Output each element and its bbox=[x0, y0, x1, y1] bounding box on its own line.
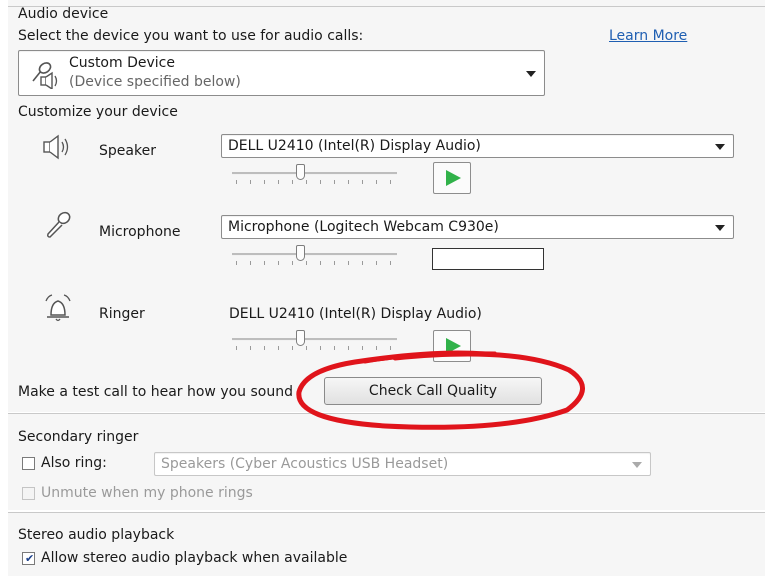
ringer-device-value: DELL U2410 (Intel(R) Display Audio) bbox=[229, 306, 482, 322]
microphone-label: Microphone bbox=[99, 224, 181, 240]
chevron-down-icon bbox=[632, 462, 642, 468]
also-ring-select[interactable]: Speakers (Cyber Acoustics USB Headset) bbox=[154, 452, 651, 476]
audio-device-select[interactable]: Custom Device (Device specified below) bbox=[18, 50, 545, 96]
customize-heading: Customize your device bbox=[18, 104, 178, 120]
speaker-icon bbox=[43, 134, 69, 160]
custom-device-icon bbox=[32, 62, 58, 89]
speaker-select-value: DELL U2410 (Intel(R) Display Audio) bbox=[228, 138, 481, 154]
secondary-ringer-heading: Secondary ringer bbox=[18, 429, 139, 445]
also-ring-select-value: Speakers (Cyber Acoustics USB Headset) bbox=[161, 456, 449, 472]
microphone-select-value: Microphone (Logitech Webcam C930e) bbox=[228, 219, 499, 235]
stereo-heading: Stereo audio playback bbox=[18, 527, 175, 543]
test-call-text: Make a test call to hear how you sound bbox=[18, 384, 293, 400]
speaker-volume-slider[interactable] bbox=[232, 163, 402, 193]
chevron-down-icon bbox=[715, 144, 725, 150]
ringer-bell-icon bbox=[45, 294, 71, 322]
speaker-select[interactable]: DELL U2410 (Intel(R) Display Audio) bbox=[221, 134, 734, 158]
chevron-down-icon bbox=[526, 71, 536, 77]
also-ring-checkbox[interactable] bbox=[22, 457, 35, 470]
unmute-checkbox[interactable] bbox=[22, 487, 35, 500]
microphone-level-meter bbox=[432, 248, 544, 270]
section-divider bbox=[8, 6, 765, 7]
speaker-label: Speaker bbox=[99, 143, 156, 159]
slider-thumb[interactable] bbox=[296, 164, 305, 180]
chevron-down-icon bbox=[715, 225, 725, 231]
audio-device-heading: Audio device bbox=[18, 6, 109, 22]
learn-more-link[interactable]: Learn More bbox=[609, 28, 687, 44]
slider-thumb[interactable] bbox=[296, 245, 305, 261]
device-prompt: Select the device you want to use for au… bbox=[18, 28, 364, 44]
highlight-annotation bbox=[296, 350, 585, 430]
play-icon bbox=[446, 170, 461, 186]
allow-stereo-checkbox[interactable]: ✔ bbox=[22, 552, 35, 565]
also-ring-label: Also ring: bbox=[41, 455, 107, 471]
speaker-play-button[interactable] bbox=[433, 162, 471, 194]
device-name: Custom Device bbox=[69, 55, 175, 71]
microphone-volume-slider[interactable] bbox=[232, 244, 402, 274]
stereo-section bbox=[8, 513, 765, 576]
device-subtitle: (Device specified below) bbox=[69, 74, 241, 90]
microphone-select[interactable]: Microphone (Logitech Webcam C930e) bbox=[221, 215, 734, 239]
checkmark-icon: ✔ bbox=[25, 552, 35, 565]
unmute-label: Unmute when my phone rings bbox=[41, 485, 253, 501]
ringer-label: Ringer bbox=[99, 306, 145, 322]
microphone-icon bbox=[47, 211, 71, 238]
allow-stereo-label: Allow stereo audio playback when availab… bbox=[41, 550, 348, 566]
